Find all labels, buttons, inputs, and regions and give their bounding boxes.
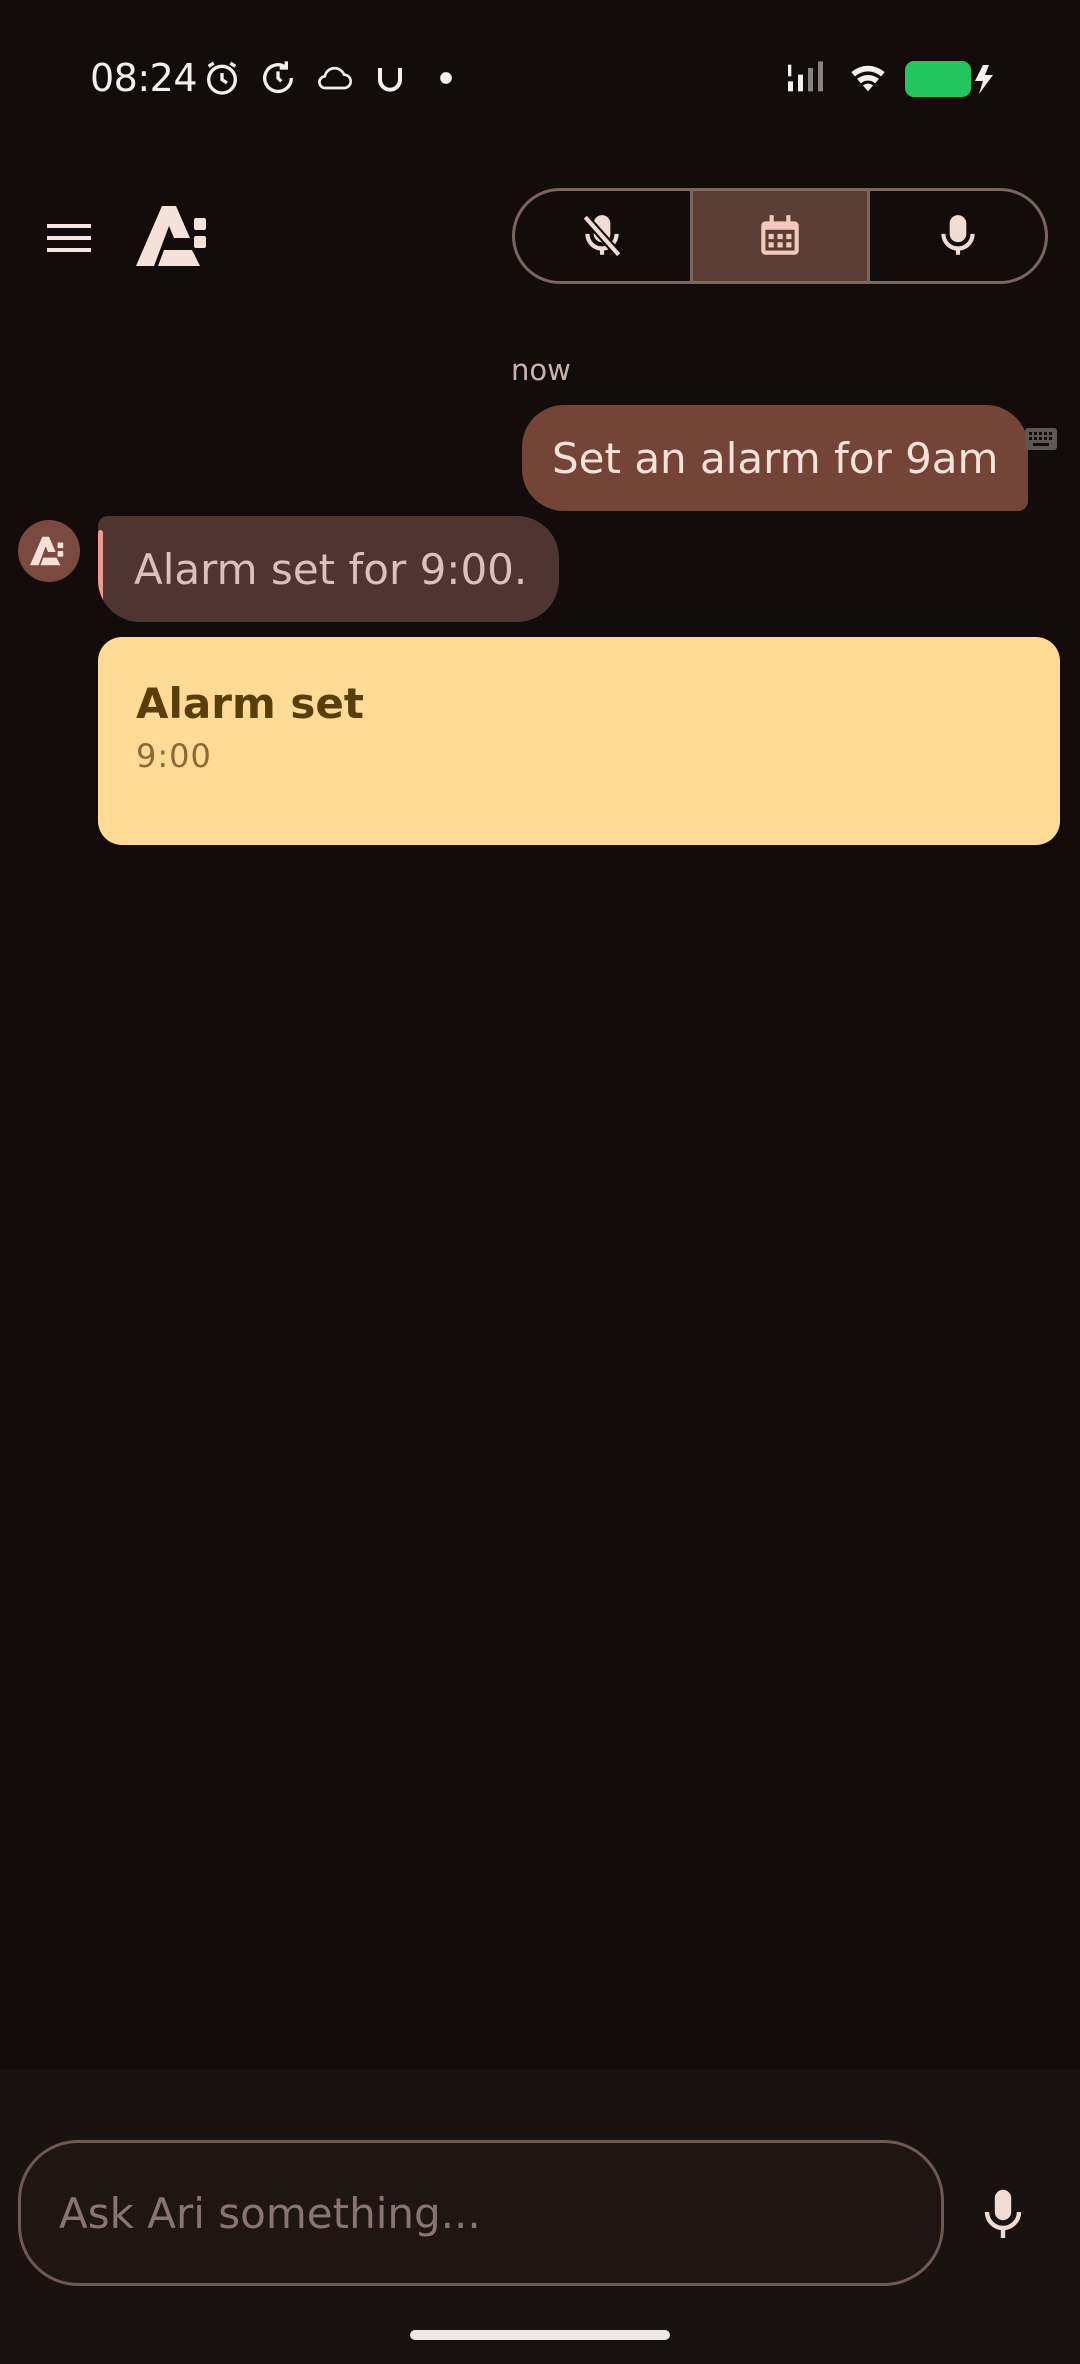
ari-logo-icon <box>30 536 64 566</box>
menu-button[interactable] <box>44 218 94 258</box>
ari-logo <box>136 204 216 268</box>
calendar-button[interactable] <box>689 191 868 281</box>
alarm-icon <box>202 58 242 98</box>
voice-input-button[interactable] <box>978 2188 1028 2244</box>
home-indicator[interactable] <box>410 2330 670 2340</box>
ask-input[interactable]: Ask Ari something... <box>18 2140 944 2286</box>
u-icon <box>370 58 410 98</box>
calendar-icon <box>761 215 799 255</box>
dot-icon <box>426 58 466 98</box>
signal-icon <box>784 58 832 98</box>
battery-charging-icon <box>905 61 995 97</box>
status-time: 08:24 <box>90 56 198 100</box>
mode-toggle-group <box>512 188 1048 284</box>
mic-off-button[interactable] <box>515 191 690 281</box>
mic-icon <box>941 215 975 255</box>
assistant-avatar <box>18 520 80 582</box>
keyboard-icon <box>1024 426 1058 452</box>
mic-off-icon <box>582 214 623 258</box>
wifi-icon <box>846 58 890 98</box>
mic-icon <box>984 2189 1022 2238</box>
alarm-card-title: Alarm set <box>136 679 364 728</box>
mic-button[interactable] <box>867 191 1045 281</box>
assistant-message-bubble: Alarm set for 9:00. <box>98 516 560 622</box>
alarm-card-time: 9:00 <box>136 737 212 775</box>
message-timestamp: now <box>511 353 571 387</box>
sync-icon <box>258 58 298 98</box>
user-message-bubble: Set an alarm for 9am <box>522 405 1029 511</box>
cloud-icon <box>314 58 354 98</box>
alarm-card[interactable]: Alarm set 9:00 <box>98 637 1060 845</box>
